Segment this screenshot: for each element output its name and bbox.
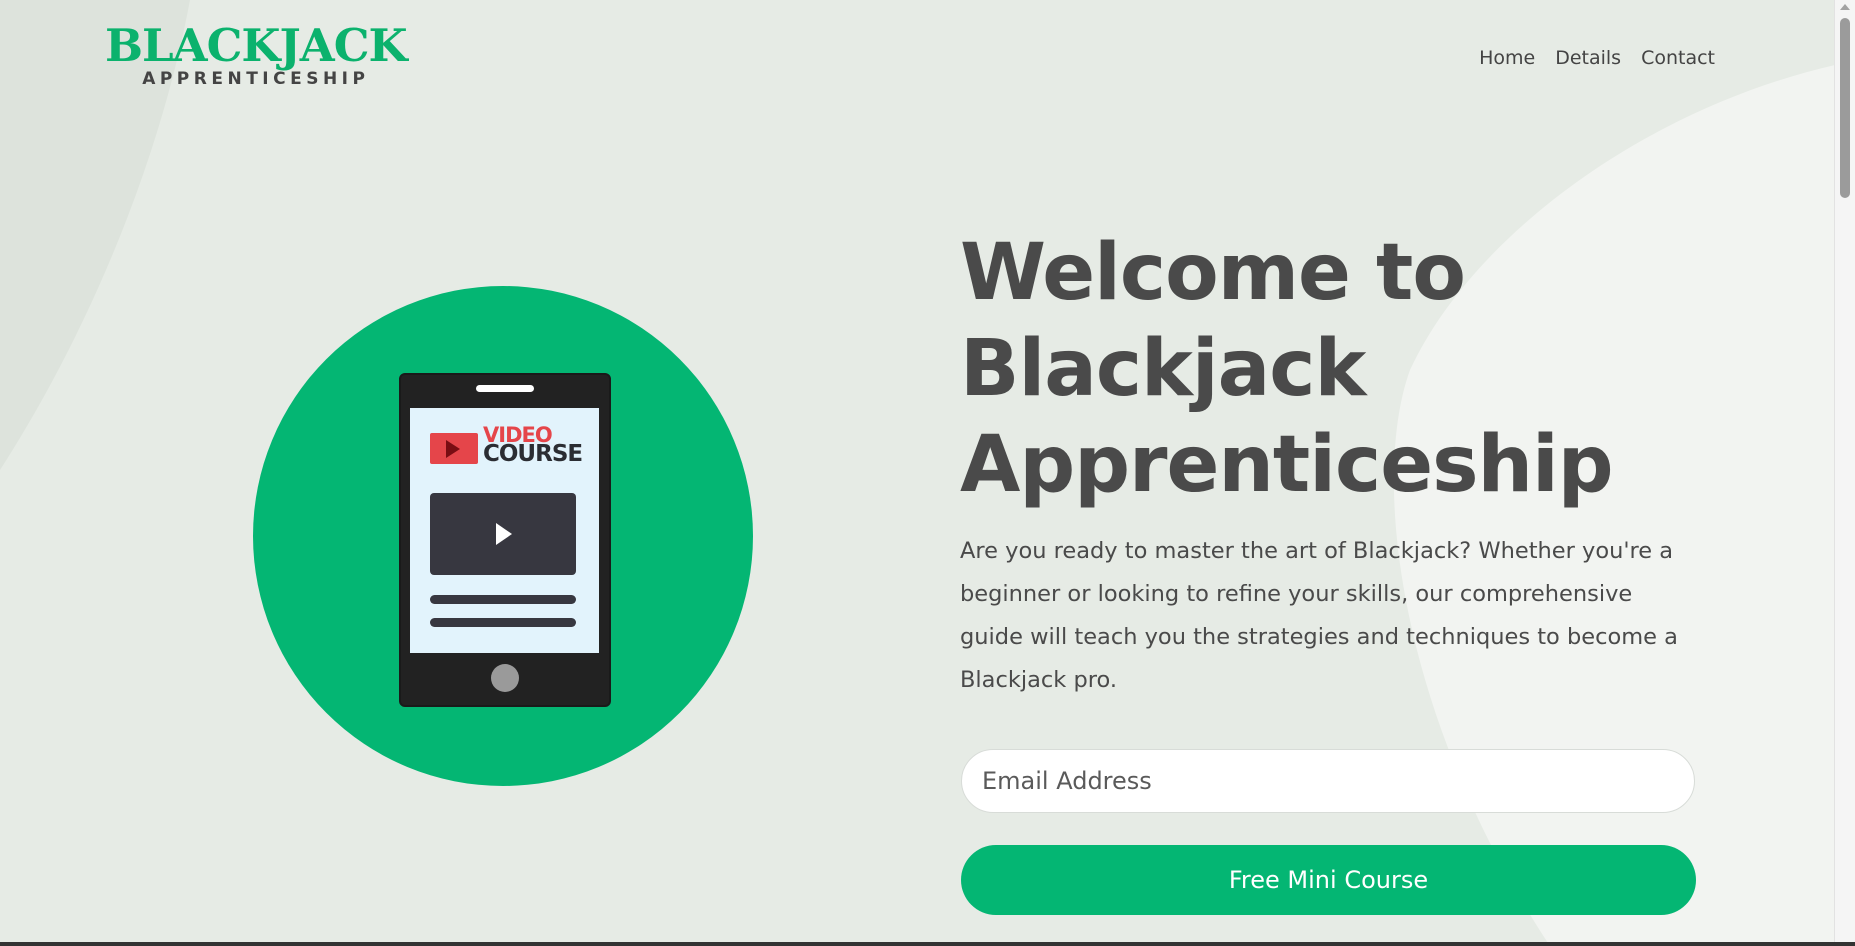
course-label: COURSE (483, 441, 583, 467)
phone-home-button (491, 664, 519, 692)
nav-link-details[interactable]: Details (1555, 47, 1621, 69)
main-nav: Home Details Contact (1479, 47, 1715, 69)
email-input[interactable] (961, 749, 1695, 813)
scrollbar-thumb[interactable] (1840, 18, 1850, 198)
hero-illustration: VIDEO COURSE (253, 286, 753, 786)
video-player-icon (430, 493, 576, 575)
video-badge-icon (430, 433, 478, 464)
play-icon (446, 440, 460, 458)
video-course-label: VIDEO COURSE (483, 425, 583, 467)
landing-page: BLACKJACK APPRENTICESHIP Home Details Co… (0, 0, 1835, 946)
phone-screen: VIDEO COURSE (410, 408, 599, 653)
phone-speaker (476, 385, 534, 392)
vertical-scrollbar[interactable] (1834, 0, 1855, 946)
brand-logo[interactable]: BLACKJACK APPRENTICESHIP (105, 19, 408, 89)
free-mini-course-button[interactable]: Free Mini Course (961, 845, 1696, 915)
nav-link-home[interactable]: Home (1479, 47, 1535, 69)
window-bottom-edge (0, 942, 1855, 946)
play-button-icon (496, 523, 512, 545)
phone-icon: VIDEO COURSE (399, 373, 611, 707)
hero-description: Are you ready to master the art of Black… (960, 538, 1678, 693)
text-line-bar (430, 595, 576, 604)
hero-headline: Welcome to Blackjack Apprenticeship (960, 228, 1614, 510)
nav-link-contact[interactable]: Contact (1641, 47, 1715, 69)
text-line-bar (430, 618, 576, 627)
logo-title: BLACKJACK (105, 19, 408, 72)
logo-tagline: APPRENTICESHIP (142, 69, 370, 89)
scroll-up-arrow-icon[interactable] (1840, 4, 1850, 10)
